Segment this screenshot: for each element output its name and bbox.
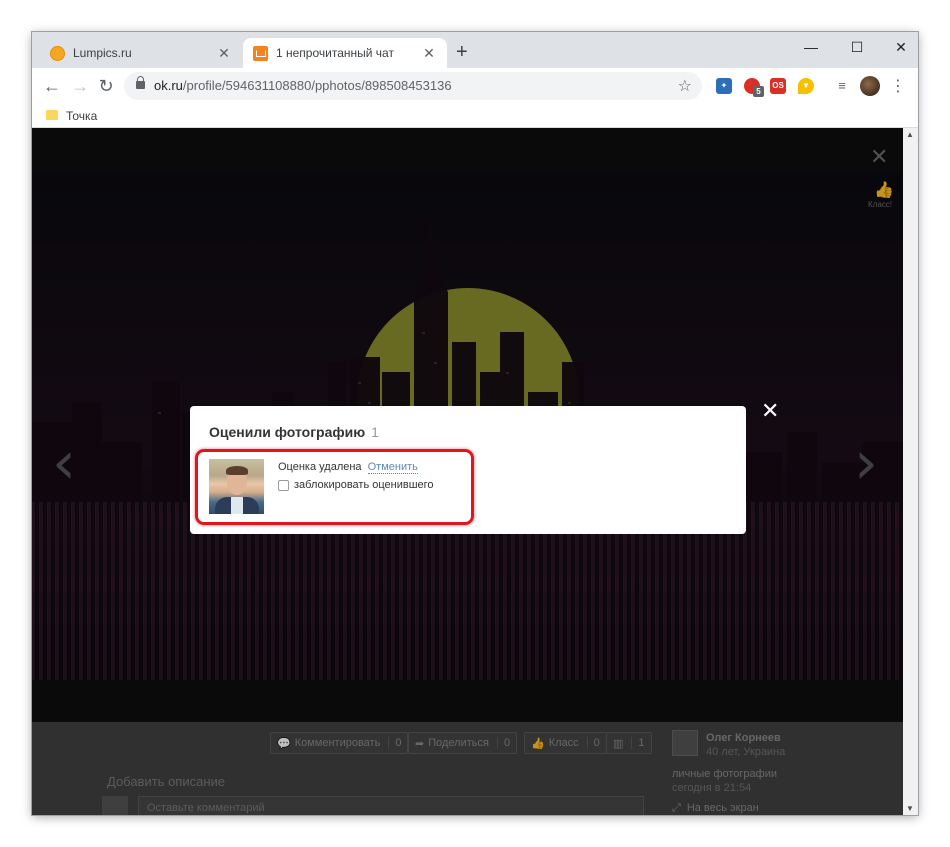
bookmark-tochka[interactable]: Точка [66, 109, 97, 123]
annotation-highlight-frame [195, 449, 474, 525]
dialog-title: Оценили фотографию 1 [209, 424, 379, 440]
tab-strip: Lumpics.ru ✕ 1 непрочитанный чат ✕ + — ☐… [32, 32, 918, 68]
folder-icon [46, 110, 58, 120]
lock-icon [136, 76, 145, 89]
lumpics-favicon-icon [50, 45, 65, 61]
dialog-close-icon[interactable]: ✕ [761, 400, 779, 422]
scroll-up-arrow-icon[interactable]: ▲ [906, 130, 914, 139]
raters-count: 1 [371, 424, 379, 440]
minimize-icon[interactable]: — [794, 36, 828, 58]
maximize-icon[interactable]: ☐ [840, 36, 874, 58]
page-viewport: ✕ 👍 Класс! ‹ › 💬 Комментировать 0 ➦ Поде… [32, 128, 903, 815]
url-path: /profile/594631108880/pphotos/8985084531… [182, 78, 452, 93]
tab-ok-chat[interactable]: 1 непрочитанный чат ✕ [243, 38, 447, 68]
tab-close-icon[interactable]: ✕ [421, 45, 437, 62]
bookmarks-bar: Точка [32, 104, 918, 128]
scroll-down-arrow-icon[interactable]: ▼ [906, 804, 914, 813]
media-queue-icon[interactable]: ≡ [834, 78, 850, 94]
new-tab-button[interactable]: + [456, 42, 468, 62]
os-extension-icon[interactable]: OS [770, 78, 786, 94]
extension-badge: 5 [753, 86, 764, 97]
browser-window: Lumpics.ru ✕ 1 непрочитанный чат ✕ + — ☐… [32, 32, 918, 815]
profile-avatar[interactable] [860, 76, 880, 96]
browser-menu-icon[interactable]: ⋮ [890, 76, 906, 96]
mail-favicon-icon [253, 45, 268, 61]
adblock-extension-icon[interactable]: 5 [744, 78, 764, 97]
url-host: ok.ru [154, 78, 183, 93]
browser-toolbar: ← → ↻ ok.ru/profile/594631108880/pphotos… [32, 68, 918, 104]
tab-title: 1 непрочитанный чат [276, 46, 394, 60]
reload-icon[interactable]: ↻ [94, 74, 118, 98]
vpn-extension-icon[interactable]: ✦ [716, 78, 732, 94]
tab-close-icon[interactable]: ✕ [216, 45, 232, 62]
address-bar[interactable]: ok.ru/profile/594631108880/pphotos/89850… [124, 72, 702, 100]
tab-title: Lumpics.ru [73, 46, 132, 60]
forward-arrow-icon[interactable]: → [68, 74, 92, 98]
url-text: ok.ru/profile/594631108880/pphotos/89850… [154, 78, 452, 93]
back-arrow-icon[interactable]: ← [40, 74, 64, 98]
bookmark-star-icon[interactable]: ☆ [678, 76, 692, 96]
dialog-title-text: Оценили фотографию [209, 424, 366, 440]
page-scrollbar[interactable]: ▲ ▼ [903, 128, 918, 815]
tab-lumpics[interactable]: Lumpics.ru ✕ [40, 38, 242, 68]
shield-extension-icon[interactable]: ▼ [798, 78, 814, 94]
window-close-icon[interactable]: ✕ [884, 36, 918, 58]
